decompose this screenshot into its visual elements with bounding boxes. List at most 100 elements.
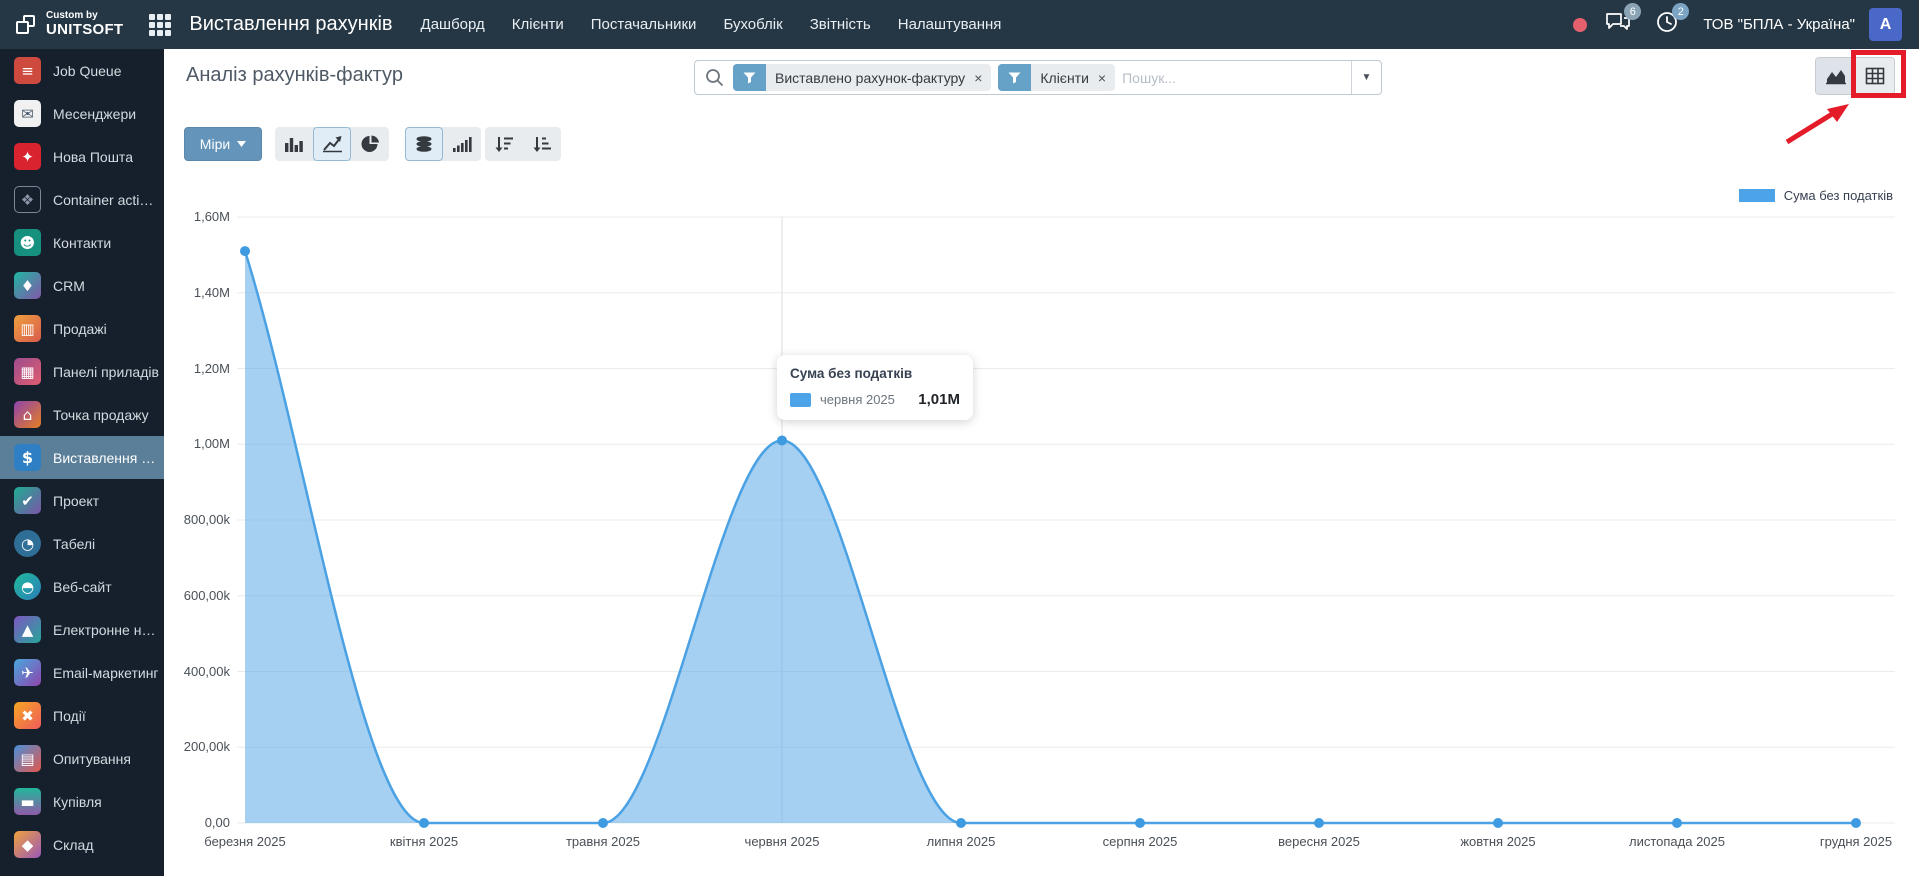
sidebar-item-surveys[interactable]: ▤Опитування — [0, 737, 164, 780]
y-axis-tick: 1,40M — [164, 285, 230, 300]
sidebar-item-label: Продажі — [53, 321, 107, 337]
topbar: Custom by UNITSOFT Виставлення рахунків … — [0, 0, 1919, 49]
sidebar-item-label: Job Queue — [53, 63, 122, 79]
sidebar-item-label: CRM — [53, 278, 85, 294]
topnav-customers[interactable]: Клієнти — [512, 16, 564, 33]
sidebar-item-purchase[interactable]: ▬Купівля — [0, 780, 164, 823]
tooltip-title: Сума без податків — [790, 366, 960, 381]
topnav-accounting[interactable]: Бухоблік — [723, 16, 782, 33]
facet-label: Виставлено рахунок-фактуру — [766, 70, 974, 86]
pivot-table-icon — [1865, 67, 1885, 85]
bar-chart-icon — [284, 135, 304, 153]
graph-view-button[interactable] — [1816, 58, 1855, 94]
x-axis-tick: жовтня 2025 — [1423, 834, 1573, 849]
topbar-menu: Дашборд Клієнти Постачальники Бухоблік Звітн… — [421, 16, 1002, 33]
sort-group — [485, 127, 561, 161]
purchase-icon: ▬ — [14, 788, 41, 815]
sort-desc-icon — [494, 135, 514, 153]
surveys-icon: ▤ — [14, 745, 41, 772]
sidebar-item-label: Електронне навчання — [53, 622, 161, 638]
y-axis-tick: 400,00k — [164, 664, 230, 679]
sidebar-item-project[interactable]: ✔Проект — [0, 479, 164, 522]
sort-asc-icon — [532, 135, 552, 153]
filter-funnel-icon — [998, 64, 1031, 91]
y-axis-tick: 600,00k — [164, 588, 230, 603]
topnav-settings[interactable]: Налаштування — [898, 16, 1002, 33]
sidebar-item-job-queue[interactable]: ≡ Job Queue — [0, 49, 164, 92]
pivot-view-button[interactable] — [1855, 58, 1894, 94]
sidebar-item-website[interactable]: ◓ Веб-сайт — [0, 565, 164, 608]
job-queue-icon: ≡ — [14, 57, 41, 84]
x-axis-tick: березня 2025 — [170, 834, 320, 849]
sidebar-item-dashboards[interactable]: ▦Панелі приладів — [0, 350, 164, 393]
sidebar-item-crm[interactable]: ♦CRM — [0, 264, 164, 307]
x-axis-tick: квітня 2025 — [349, 834, 499, 849]
nova-poshta-icon: ✦ — [14, 143, 41, 170]
bar-chart-button[interactable] — [275, 127, 313, 161]
activities-button[interactable]: 2 — [1655, 10, 1679, 39]
logo-name: UNITSOFT — [46, 22, 123, 38]
sidebar-item-label: Веб-сайт — [53, 579, 112, 595]
sidebar-item-label: Табелі — [53, 536, 95, 552]
inventory-icon: ◆ — [14, 831, 41, 858]
sort-ascending-button[interactable] — [523, 127, 561, 161]
facet-customers[interactable]: Клієнти× — [998, 64, 1115, 91]
y-axis-tick: 0,00 — [164, 815, 230, 830]
x-axis-tick: листопада 2025 — [1602, 834, 1752, 849]
sidebar-item-nova-poshta[interactable]: ✦Нова Пошта — [0, 135, 164, 178]
facet-remove-icon[interactable]: × — [1098, 70, 1106, 86]
sidebar-item-label: Контакти — [53, 235, 111, 251]
ascending-bars-icon — [452, 135, 472, 153]
avatar[interactable]: A — [1869, 8, 1902, 41]
sidebar-item-sales[interactable]: ▥Продажі — [0, 307, 164, 350]
search-bar[interactable]: Виставлено рахунок-фактуру×Клієнти× ▼ — [694, 60, 1382, 95]
messages-button[interactable]: 6 — [1605, 10, 1631, 39]
sidebar-item-elearning[interactable]: ▲Електронне навчання — [0, 608, 164, 651]
sidebar-item-inventory[interactable]: ◆ Склад — [0, 823, 164, 866]
sidebar-item-messengers[interactable]: ✉ Месенджери — [0, 92, 164, 135]
cumulative-button[interactable] — [443, 127, 481, 161]
sidebar-item-invoicing[interactable]: $Виставлення рахунків — [0, 436, 164, 479]
timesheets-icon: ◔ — [14, 530, 41, 557]
sidebar-item-label: Склад — [53, 837, 94, 853]
topnav-dashboard[interactable]: Дашборд — [421, 16, 485, 33]
search-input[interactable] — [1122, 70, 1351, 86]
facet-invoiced[interactable]: Виставлено рахунок-фактуру× — [733, 64, 991, 91]
tooltip-value: 1,01M — [918, 391, 960, 408]
search-icon — [705, 68, 724, 87]
x-axis-tick: червня 2025 — [707, 834, 857, 849]
x-axis-tick: вересня 2025 — [1244, 834, 1394, 849]
line-chart-button[interactable] — [313, 127, 351, 161]
chart-canvas[interactable] — [164, 160, 1919, 876]
search-dropdown-toggle[interactable]: ▼ — [1351, 61, 1381, 94]
annotation-arrow — [1775, 96, 1863, 148]
pie-chart-icon — [361, 135, 380, 154]
facet-remove-icon[interactable]: × — [974, 70, 982, 86]
events-icon: ✖ — [14, 702, 41, 729]
apps-menu-icon[interactable] — [149, 14, 171, 36]
view-switcher — [1815, 57, 1895, 95]
sidebar-item-contacts[interactable]: ☻Контакти — [0, 221, 164, 264]
company-name[interactable]: ТОВ "БПЛА - Україна" — [1703, 16, 1855, 33]
pie-chart-button[interactable] — [351, 127, 389, 161]
sort-descending-button[interactable] — [485, 127, 523, 161]
stacked-button[interactable] — [405, 127, 443, 161]
sidebar-item-container-actions[interactable]: ❖Container actions — [0, 178, 164, 221]
sidebar-item-label: Панелі приладів — [53, 364, 159, 380]
activities-badge: 2 — [1672, 3, 1689, 20]
topnav-reporting[interactable]: Звітність — [810, 16, 871, 33]
messengers-icon: ✉ — [14, 100, 41, 127]
measures-button[interactable]: Міри — [184, 127, 262, 161]
topnav-vendors[interactable]: Постачальники — [591, 16, 697, 33]
sidebar-item-point-of-sale[interactable]: ⌂Точка продажу — [0, 393, 164, 436]
project-icon: ✔ — [14, 487, 41, 514]
sidebar-item-timesheets[interactable]: ◔ Табелі — [0, 522, 164, 565]
recording-dot-icon — [1573, 18, 1587, 32]
sidebar-item-events[interactable]: ✖Події — [0, 694, 164, 737]
x-axis-tick: грудня 2025 — [1781, 834, 1919, 849]
sidebar-item-email-marketing[interactable]: ✈Email-маркетинг — [0, 651, 164, 694]
sidebar-item-label: Месенджери — [53, 106, 136, 122]
app-title[interactable]: Виставлення рахунків — [189, 13, 392, 36]
area-chart-icon — [1825, 67, 1847, 85]
website-icon: ◓ — [14, 573, 41, 600]
